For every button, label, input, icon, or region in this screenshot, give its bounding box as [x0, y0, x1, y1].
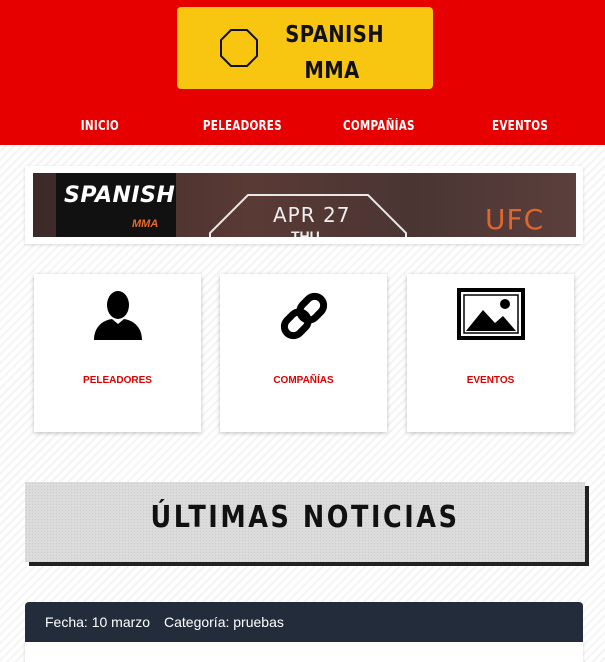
card-label: COMPAÑÍAS — [273, 375, 334, 386]
post-date: Fecha: 10 marzo — [45, 614, 151, 630]
banner-org: UFC — [485, 203, 545, 236]
card-label: PELEADORES — [83, 375, 152, 386]
logo-line-1: SPANISH — [285, 22, 385, 48]
banner-day: THU — [291, 228, 320, 237]
site-header: SPANISH MMA INICIO PELEADORES COMPAÑÍAS … — [0, 0, 605, 145]
site-logo[interactable]: SPANISH MMA — [177, 7, 433, 89]
post-body — [25, 642, 583, 662]
banner-container: SPANISH MMA APR 27 THU UFC — [25, 166, 583, 244]
banner-date: APR 27 — [273, 203, 351, 227]
card-peleadores[interactable]: PELEADORES — [34, 274, 201, 432]
nav-item-peleadores[interactable]: PELEADORES — [203, 119, 282, 134]
card-label: EVENTOS — [466, 375, 515, 386]
section-title: ÚLTIMAS NOTICIAS — [150, 500, 460, 535]
banner-brand-sub: MMA — [132, 218, 159, 230]
post-category[interactable]: Categoría: pruebas — [164, 614, 284, 630]
octagon-icon — [220, 29, 258, 67]
logo-line-2: MMA — [304, 58, 360, 84]
nav-item-inicio[interactable]: INICIO — [81, 119, 119, 134]
image-icon — [456, 288, 525, 340]
banner-logo: SPANISH MMA — [56, 173, 176, 237]
card-companias[interactable]: COMPAÑÍAS — [220, 274, 387, 432]
link-icon — [280, 292, 327, 340]
section-title-box: ÚLTIMAS NOTICIAS — [25, 482, 585, 562]
card-eventos[interactable]: EVENTOS — [407, 274, 574, 432]
event-banner[interactable]: SPANISH MMA APR 27 THU UFC — [33, 173, 576, 237]
post-header: Fecha: 10 marzo Categoría: pruebas — [25, 602, 583, 642]
banner-brand: SPANISH — [64, 183, 176, 208]
person-icon — [93, 291, 142, 340]
nav-item-eventos[interactable]: EVENTOS — [492, 119, 548, 134]
main-nav: INICIO PELEADORES COMPAÑÍAS EVENTOS — [0, 110, 605, 144]
logo-text: SPANISH MMA — [285, 17, 385, 89]
nav-item-companias[interactable]: COMPAÑÍAS — [343, 119, 415, 134]
